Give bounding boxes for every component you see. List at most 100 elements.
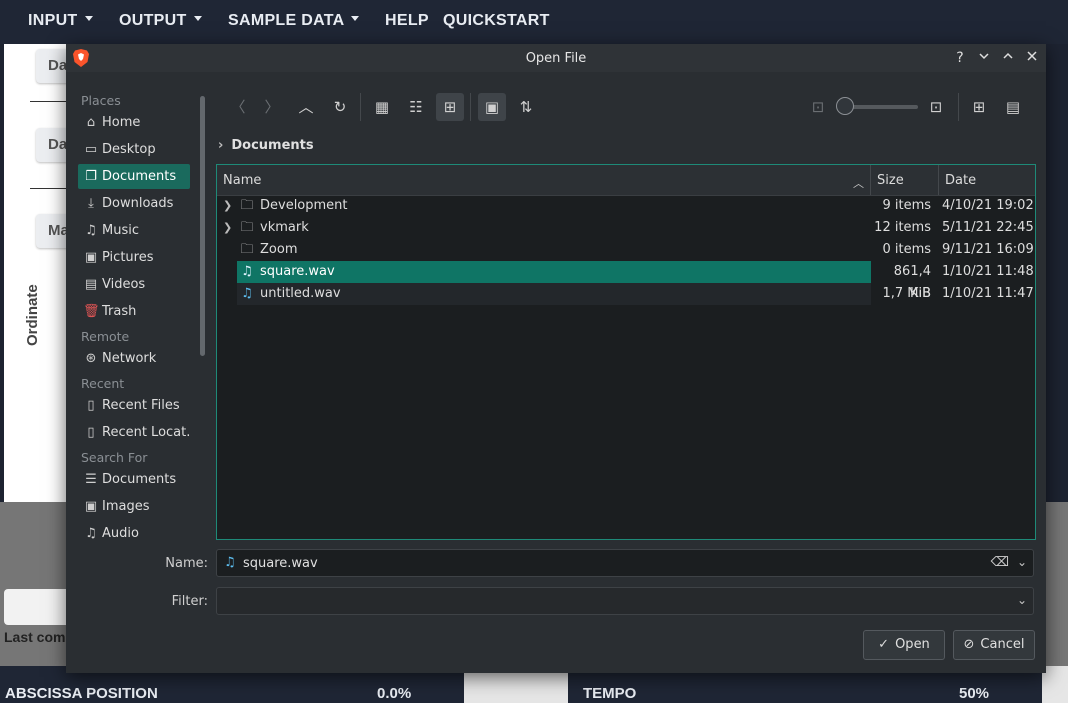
chevron-left-icon: 〈 xyxy=(230,98,246,116)
zoom-out-button[interactable]: ⊡ xyxy=(804,93,832,121)
cancel-button[interactable]: ⊘ Cancel xyxy=(953,630,1035,660)
table-row[interactable]: ♫ untitled.wav 1,7 MiB 1/10/21 11:47 xyxy=(217,283,1035,305)
file-size: 9 items xyxy=(882,198,931,213)
places-scrollbar[interactable] xyxy=(200,96,205,356)
table-row[interactable]: ❯ 🗀 vkmark 12 items 5/11/21 22:45 xyxy=(217,217,1035,239)
sidebar-item-search-images[interactable]: ▣ Images xyxy=(78,494,190,519)
sidebar-item-videos[interactable]: ▤ Videos xyxy=(78,272,190,297)
ordinate-axis-label: Ordinate xyxy=(24,284,41,346)
sidebar-item-documents[interactable]: ❐ Documents xyxy=(78,164,190,189)
folder-icon: 🗀 xyxy=(240,242,254,257)
file-list-header: Name ︿ Size Date xyxy=(217,165,1035,196)
sidebar-item-downloads[interactable]: ⤓ Downloads xyxy=(78,191,190,216)
abscissa-position-label: ABSCISSA POSITION xyxy=(5,685,158,702)
section-places-label: Places xyxy=(81,93,121,108)
recent-files-icon: ▯ xyxy=(87,398,95,413)
checkmark-icon: ✓ xyxy=(878,637,890,652)
menu-quickstart[interactable]: QUICKSTART xyxy=(443,12,550,30)
file-name: Zoom xyxy=(260,242,298,257)
zoom-in-button[interactable]: ⊡ xyxy=(922,93,950,121)
dialog-titlebar[interactable]: Open File ? xyxy=(66,44,1046,72)
sidebar-item-label: Downloads xyxy=(102,196,174,211)
forward-button[interactable]: 〉 xyxy=(258,93,286,121)
file-size: 0 items xyxy=(882,242,931,257)
sidebar-item-recent-files[interactable]: ▯ Recent Files xyxy=(78,393,190,418)
sidebar-item-label: Videos xyxy=(102,277,146,292)
sidebar-item-search-audio[interactable]: ♫ Audio xyxy=(78,521,190,546)
zoom-slider[interactable] xyxy=(846,105,918,109)
preview-toggle-button[interactable]: ▣ xyxy=(478,93,506,121)
section-recent-label: Recent xyxy=(81,376,125,391)
chevron-down-icon[interactable]: ⌄ xyxy=(1017,555,1027,569)
zoom-slider-handle[interactable] xyxy=(836,97,854,115)
column-header-size[interactable]: Size xyxy=(877,173,904,188)
options-button[interactable]: ▤ xyxy=(999,93,1027,121)
menu-help-label: HELP xyxy=(385,12,429,29)
table-row[interactable]: 🗀 Zoom 0 items 9/11/21 16:09 xyxy=(217,239,1035,261)
last-command-label: Last com xyxy=(4,629,66,645)
back-button[interactable]: 〈 xyxy=(224,93,252,121)
breadcrumb[interactable]: › Documents xyxy=(218,138,314,153)
sidebar-item-network[interactable]: ⊛ Network xyxy=(78,346,190,371)
reload-button[interactable]: ↻ xyxy=(326,93,354,121)
icons-view-button[interactable]: ▦ xyxy=(368,93,396,121)
file-name-value: square.wav xyxy=(243,556,318,571)
file-list[interactable]: Name ︿ Size Date ❯ 🗀 Development 9 items… xyxy=(216,164,1036,540)
close-button[interactable] xyxy=(1022,48,1042,68)
file-date: 1/10/21 11:47 xyxy=(942,286,1034,301)
videos-icon: ▤ xyxy=(84,277,98,292)
column-separator[interactable] xyxy=(870,165,871,195)
chevron-down-icon xyxy=(193,16,202,22)
chevron-down-icon[interactable]: ⌄ xyxy=(1017,593,1027,607)
sidebar-item-search-documents[interactable]: ☰ Documents xyxy=(78,467,190,492)
column-separator[interactable] xyxy=(938,165,939,195)
new-folder-button[interactable]: ⊞ xyxy=(965,93,993,121)
filter-select[interactable]: ⌄ xyxy=(216,587,1034,615)
sort-button[interactable]: ⇅ xyxy=(512,93,540,121)
help-button[interactable]: ? xyxy=(950,48,970,68)
sidebar-item-trash[interactable]: 🗑 Trash xyxy=(78,299,190,324)
clear-text-icon[interactable]: ⌫ xyxy=(991,555,1009,570)
menu-output[interactable]: OUTPUT xyxy=(119,12,202,30)
menu-help[interactable]: HELP xyxy=(385,12,429,30)
file-date: 5/11/21 22:45 xyxy=(942,220,1034,235)
sidebar-item-recent-locations[interactable]: ▯ Recent Locat... xyxy=(78,420,190,445)
zoom-in-icon: ⊡ xyxy=(929,98,943,116)
folder-icon: 🗀 xyxy=(240,198,254,213)
open-button[interactable]: ✓ Open xyxy=(863,630,945,660)
recent-locations-icon: ▯ xyxy=(87,425,95,440)
compact-view-button[interactable]: ☷ xyxy=(402,93,430,121)
file-date: 9/11/21 16:09 xyxy=(942,242,1034,257)
maximize-button[interactable] xyxy=(998,48,1018,68)
file-name-field[interactable]: ♫ square.wav ⌫ ⌄ xyxy=(216,549,1034,577)
sidebar-item-pictures[interactable]: ▣ Pictures xyxy=(78,245,190,270)
compact-view-icon: ☷ xyxy=(409,98,423,116)
grid-view-icon: ▦ xyxy=(374,98,390,116)
zoom-out-icon: ⊡ xyxy=(811,98,825,116)
parent-folder-button[interactable]: ︿ xyxy=(292,93,320,121)
toolbar-separator xyxy=(360,93,361,121)
details-view-button[interactable]: ⊞ xyxy=(436,93,464,121)
menu-input[interactable]: INPUT xyxy=(28,12,93,30)
dialog-title: Open File xyxy=(525,51,587,66)
music-icon: ♫ xyxy=(85,223,97,238)
chevron-right-icon[interactable]: ❯ xyxy=(223,195,232,217)
column-header-name[interactable]: Name xyxy=(223,173,261,188)
table-row[interactable]: ❯ 🗀 Development 9 items 4/10/21 19:02 xyxy=(217,195,1035,217)
chevron-down-icon xyxy=(351,16,360,22)
minimize-button[interactable] xyxy=(974,48,994,68)
sidebar-item-home[interactable]: ⌂ Home xyxy=(78,110,190,135)
sidebar-item-label: Pictures xyxy=(102,250,154,265)
file-date: 4/10/21 19:02 xyxy=(942,198,1034,213)
app-command-input[interactable] xyxy=(4,589,74,625)
file-size: 1,7 MiB xyxy=(882,286,931,301)
menu-sample-data[interactable]: SAMPLE DATA xyxy=(228,12,360,30)
open-button-label: Open xyxy=(895,637,930,652)
chevron-right-icon[interactable]: ❯ xyxy=(223,217,232,239)
column-header-date[interactable]: Date xyxy=(945,173,976,188)
file-size: 12 items xyxy=(874,220,931,235)
table-row-selected[interactable]: ♫ square.wav 861,4 KiB 1/10/21 11:48 xyxy=(217,261,1035,301)
sidebar-item-music[interactable]: ♫ Music xyxy=(78,218,190,243)
sidebar-item-desktop[interactable]: ▭ Desktop xyxy=(78,137,190,162)
menu-sample-data-label: SAMPLE DATA xyxy=(228,12,345,29)
